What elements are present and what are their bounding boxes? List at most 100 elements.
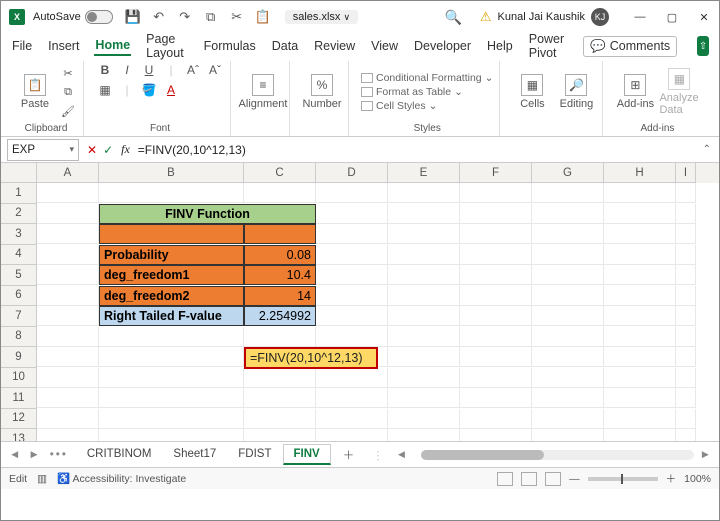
scroll-right[interactable]: ►: [698, 449, 713, 461]
row-header[interactable]: 8: [1, 327, 37, 348]
format-as-table-button[interactable]: Format as Table ⌄: [361, 86, 493, 98]
menu-tab-power-pivot[interactable]: Power Pivot: [528, 30, 569, 62]
cell-F8[interactable]: [460, 327, 532, 347]
row-header[interactable]: 5: [1, 265, 37, 286]
cell-G7[interactable]: [532, 306, 604, 326]
border-button[interactable]: ▦: [96, 81, 114, 99]
cell-G5[interactable]: [532, 265, 604, 285]
row-header[interactable]: 6: [1, 286, 37, 307]
sheet-tab-finv[interactable]: FINV: [283, 444, 331, 465]
save-icon[interactable]: 💾: [125, 9, 141, 25]
scroll-left[interactable]: ◄: [394, 449, 409, 461]
cell-C11[interactable]: [244, 388, 316, 408]
cell-C10[interactable]: [244, 368, 316, 388]
expand-formula-icon[interactable]: ⌃: [703, 144, 711, 155]
decrease-font-icon[interactable]: Aˇ: [206, 61, 224, 79]
cell-I12[interactable]: [676, 409, 696, 429]
cell-A13[interactable]: [37, 429, 99, 441]
cell-H8[interactable]: [604, 327, 676, 347]
zoom-slider[interactable]: [588, 477, 658, 481]
cell-I11[interactable]: [676, 388, 696, 408]
cell-H5[interactable]: [604, 265, 676, 285]
cell-G10[interactable]: [532, 368, 604, 388]
cell-A1[interactable]: [37, 183, 99, 203]
menu-tab-view[interactable]: View: [370, 37, 399, 55]
fill-color-button[interactable]: 🪣: [140, 81, 158, 99]
col-header[interactable]: F: [460, 163, 532, 183]
cell-A4[interactable]: [37, 245, 99, 265]
normal-view-icon[interactable]: [497, 472, 513, 486]
tab-nav-prev[interactable]: ◄: [7, 449, 22, 461]
cell-D1[interactable]: [316, 183, 388, 203]
cell-F9[interactable]: [460, 347, 532, 367]
cell-B3[interactable]: [99, 224, 244, 244]
cell-F1[interactable]: [460, 183, 532, 203]
avatar[interactable]: KJ: [591, 8, 609, 26]
col-header[interactable]: I: [676, 163, 696, 183]
col-header[interactable]: D: [316, 163, 388, 183]
cell-F3[interactable]: [460, 224, 532, 244]
row-header[interactable]: 4: [1, 245, 37, 266]
menu-tab-home[interactable]: Home: [94, 36, 131, 56]
cell-I8[interactable]: [676, 327, 696, 347]
tab-nav-next[interactable]: ►: [26, 449, 41, 461]
cell-E11[interactable]: [388, 388, 460, 408]
col-header[interactable]: H: [604, 163, 676, 183]
workbook-stats-icon[interactable]: ▥: [37, 473, 47, 485]
cell-F6[interactable]: [460, 286, 532, 306]
formula-bar-input[interactable]: =FINV(20,10^12,13): [134, 139, 703, 161]
row-header[interactable]: 9: [1, 347, 37, 368]
col-header[interactable]: A: [37, 163, 99, 183]
row-header[interactable]: 12: [1, 409, 37, 430]
bold-button[interactable]: B: [96, 61, 114, 79]
cancel-formula-icon[interactable]: ✕: [87, 143, 97, 157]
cell-I6[interactable]: [676, 286, 696, 306]
cell-C4[interactable]: 0.08: [244, 245, 316, 265]
cell-I5[interactable]: [676, 265, 696, 285]
menu-tab-formulas[interactable]: Formulas: [203, 37, 257, 55]
sheet-tab-critbinom[interactable]: CRITBINOM: [76, 444, 163, 465]
cell-H10[interactable]: [604, 368, 676, 388]
cell-G2[interactable]: [532, 204, 604, 224]
zoom-level[interactable]: 100%: [684, 473, 711, 485]
cell-G8[interactable]: [532, 327, 604, 347]
menu-tab-page-layout[interactable]: Page Layout: [145, 30, 189, 62]
cell-C7[interactable]: 2.254992: [244, 306, 316, 326]
cell-D13[interactable]: [316, 429, 388, 441]
cell-D4[interactable]: [316, 245, 388, 265]
menu-tab-data[interactable]: Data: [271, 37, 299, 55]
cell-B12[interactable]: [99, 409, 244, 429]
cell-E3[interactable]: [388, 224, 460, 244]
row-header[interactable]: 1: [1, 183, 37, 204]
cell-D3[interactable]: [316, 224, 388, 244]
horizontal-scrollbar[interactable]: [421, 450, 694, 460]
menu-tab-developer[interactable]: Developer: [413, 37, 472, 55]
cell-I3[interactable]: [676, 224, 696, 244]
cell-C1[interactable]: [244, 183, 316, 203]
copy-icon[interactable]: ⧉: [59, 83, 77, 101]
conditional-formatting-button[interactable]: Conditional Formatting ⌄: [361, 72, 493, 84]
format-painter-icon[interactable]: 🖌: [59, 102, 77, 120]
name-box[interactable]: EXP▾: [7, 139, 79, 161]
cell-D8[interactable]: [316, 327, 388, 347]
fx-icon[interactable]: fx: [121, 142, 130, 157]
cell-A5[interactable]: [37, 265, 99, 285]
autosave-toggle[interactable]: [85, 10, 113, 24]
sheet-tab-sheet17[interactable]: Sheet17: [162, 444, 227, 465]
share-button[interactable]: ⇧: [697, 36, 709, 56]
cell-F7[interactable]: [460, 306, 532, 326]
cell-F12[interactable]: [460, 409, 532, 429]
cell-styles-button[interactable]: Cell Styles ⌄: [361, 100, 493, 112]
cell-H13[interactable]: [604, 429, 676, 441]
cell-I9[interactable]: [676, 347, 696, 367]
cell-C12[interactable]: [244, 409, 316, 429]
cell-G3[interactable]: [532, 224, 604, 244]
cell-G9[interactable]: [532, 347, 604, 367]
menu-tab-help[interactable]: Help: [486, 37, 514, 55]
cell-F13[interactable]: [460, 429, 532, 441]
cell-A3[interactable]: [37, 224, 99, 244]
cell-H3[interactable]: [604, 224, 676, 244]
zoom-in-button[interactable]: ＋: [666, 471, 677, 486]
cell-D6[interactable]: [316, 286, 388, 306]
search-icon[interactable]: 🔍: [444, 9, 461, 26]
